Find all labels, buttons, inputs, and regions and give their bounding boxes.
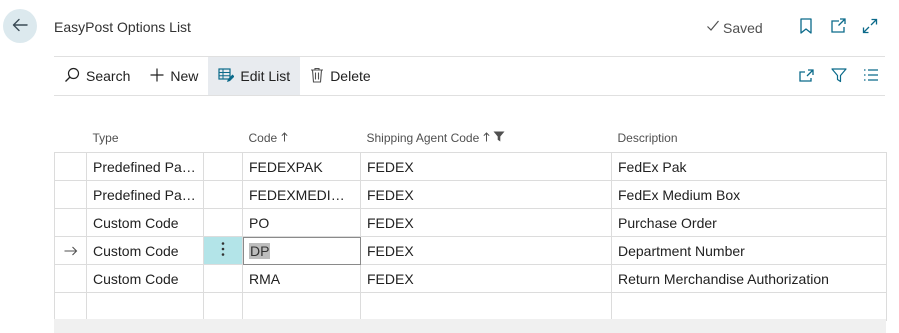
table-row[interactable]: Predefined Pac... FEDEXMEDIUM... FEDEX F… <box>54 180 887 209</box>
shipping-agent-code-cell[interactable]: FEDEX <box>360 152 612 181</box>
open-new-window-icon[interactable] <box>829 17 847 35</box>
shipping-agent-code-cell[interactable]: FEDEX <box>360 236 612 265</box>
table-row[interactable]: Predefined Pac... FEDEXPAK FEDEX FedEx P… <box>54 152 887 181</box>
row-menu-cell[interactable] <box>203 152 243 181</box>
shipping-agent-code-cell[interactable]: FEDEX <box>360 208 612 237</box>
column-header-shipping-agent-code[interactable]: Shipping Agent Code <box>361 124 612 153</box>
search-label: Search <box>86 68 131 84</box>
trash-icon <box>310 67 324 86</box>
edit-list-icon <box>218 67 235 86</box>
share-icon[interactable] <box>798 67 815 86</box>
selector-column-header <box>55 124 87 153</box>
description-cell[interactable] <box>611 292 887 321</box>
shipping-agent-code-cell[interactable]: FEDEX <box>360 264 612 293</box>
list-view-icon[interactable] <box>863 68 879 85</box>
sort-ascending-icon <box>483 131 490 145</box>
type-cell[interactable]: Custom Code <box>86 236 204 265</box>
back-arrow-icon <box>11 16 29 37</box>
row-menu-cell[interactable] <box>203 208 243 237</box>
row-menu-cell[interactable] <box>203 264 243 293</box>
edit-list-button[interactable]: Edit List <box>208 57 301 95</box>
table-row[interactable]: Custom Code PO FEDEX Purchase Order <box>54 208 887 237</box>
table-header-row: Type Code Shipping Agent Code Descriptio… <box>55 124 887 153</box>
plus-icon <box>150 68 164 85</box>
row-selector[interactable] <box>54 152 87 181</box>
type-cell[interactable]: Predefined Pac... <box>86 152 204 181</box>
shipping-agent-code-cell[interactable]: FEDEX <box>360 180 612 209</box>
page-title: EasyPost Options List <box>54 19 191 35</box>
action-toolbar: Search New Edit List Delete <box>54 57 885 95</box>
column-header-code[interactable]: Code <box>243 124 361 153</box>
code-cell-value[interactable]: DP <box>249 242 271 259</box>
description-cell[interactable]: Return Merchandise Authorization <box>611 264 887 293</box>
new-label: New <box>170 68 199 84</box>
code-cell[interactable]: PO <box>242 208 361 237</box>
column-header-type[interactable]: Type <box>87 124 204 153</box>
row-selector[interactable] <box>54 236 87 265</box>
row-pointer-arrow-icon <box>64 243 78 259</box>
row-menu-cell[interactable] <box>203 236 243 265</box>
table-row-empty[interactable] <box>54 292 887 321</box>
description-cell[interactable]: FedEx Medium Box <box>611 180 887 209</box>
description-cell[interactable]: FedEx Pak <box>611 152 887 181</box>
type-cell[interactable]: Predefined Pac... <box>86 180 204 209</box>
grid-footer-strip <box>54 319 886 333</box>
back-button[interactable] <box>3 9 37 43</box>
type-cell[interactable]: Custom Code <box>86 264 204 293</box>
code-cell[interactable]: FEDEXPAK <box>242 152 361 181</box>
column-header-description[interactable]: Description <box>612 124 887 153</box>
menu-column-header <box>204 124 243 153</box>
saved-label: Saved <box>723 19 763 36</box>
type-cell[interactable]: Custom Code <box>86 208 204 237</box>
code-cell[interactable] <box>242 292 361 321</box>
row-selector[interactable] <box>54 180 87 209</box>
type-cell[interactable] <box>86 292 204 321</box>
sort-ascending-icon <box>280 131 288 145</box>
row-selector[interactable] <box>54 292 87 321</box>
vertical-dots-icon[interactable] <box>221 242 225 260</box>
expand-icon[interactable] <box>861 17 879 35</box>
code-cell[interactable]: FEDEXMEDIUM... <box>242 180 361 209</box>
table-row[interactable]: Custom Code RMA FEDEX Return Merchandise… <box>54 264 887 293</box>
description-cell[interactable]: Department Number <box>611 236 887 265</box>
new-button[interactable]: New <box>140 57 208 95</box>
delete-button[interactable]: Delete <box>300 57 380 95</box>
shipping-agent-code-cell[interactable] <box>360 292 612 321</box>
filter-icon[interactable] <box>831 67 847 86</box>
row-selector[interactable] <box>54 264 87 293</box>
checkmark-icon <box>706 19 720 36</box>
description-cell[interactable]: Purchase Order <box>611 208 887 237</box>
saved-status: Saved <box>706 19 763 36</box>
code-cell-active[interactable]: DP <box>242 236 361 265</box>
toolbar-divider <box>54 95 885 96</box>
edit-list-label: Edit List <box>240 68 291 84</box>
row-selector[interactable] <box>54 208 87 237</box>
code-cell[interactable]: RMA <box>242 264 361 293</box>
table-row-selected[interactable]: Custom Code DP FEDEX Department Number <box>54 236 887 265</box>
delete-label: Delete <box>330 68 371 84</box>
column-filter-icon[interactable] <box>493 131 505 145</box>
options-table: Type Code Shipping Agent Code Descriptio… <box>54 124 887 321</box>
row-menu-cell[interactable] <box>203 292 243 321</box>
search-button[interactable]: Search <box>54 57 140 95</box>
bookmark-icon[interactable] <box>797 17 815 35</box>
search-icon <box>64 67 80 86</box>
row-menu-cell[interactable] <box>203 180 243 209</box>
